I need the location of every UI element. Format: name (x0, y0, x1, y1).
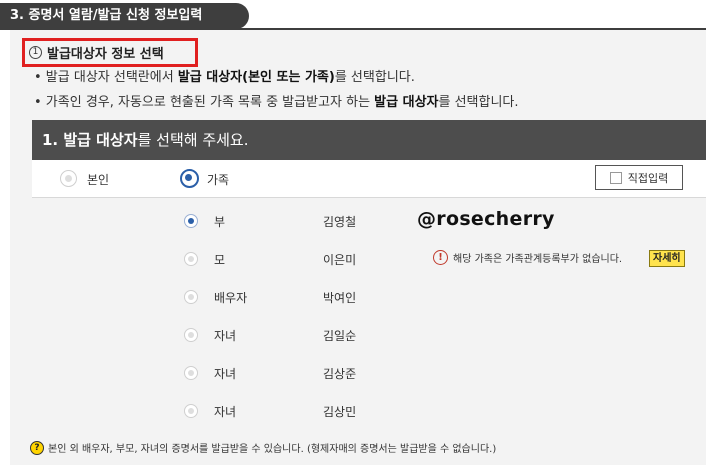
member-name: 김일순 (323, 329, 357, 343)
family-row[interactable]: 자녀 김상준 (32, 353, 706, 391)
member-name: 박여인 (323, 291, 357, 305)
family-radio[interactable] (180, 169, 199, 188)
relation-label: 부 (214, 215, 226, 229)
relation-label: 자녀 (214, 329, 237, 343)
warning-icon: ! (433, 250, 448, 265)
family-row[interactable]: 부 김영철 (32, 201, 706, 239)
family-member-radio[interactable] (184, 404, 198, 418)
family-member-radio[interactable] (184, 366, 198, 380)
family-list: 부 김영철 모 이은미 ! 해당 가족은 가족관계등록부가 없습니다. 자세히 … (32, 198, 706, 430)
panel-header: 1. 발급 대상자를 선택해 주세요. (32, 120, 706, 160)
subsection-header: 1 발급대상자 정보 선택 (22, 38, 198, 67)
direct-input-button[interactable]: 직접입력 (595, 165, 683, 190)
member-name: 김영철 (323, 215, 357, 229)
member-name: 김상준 (323, 367, 357, 381)
family-member-radio[interactable] (184, 214, 198, 228)
relation-label: 자녀 (214, 367, 237, 381)
question-icon: ? (30, 440, 44, 455)
subsection-title: 발급대상자 정보 선택 (47, 47, 164, 62)
instruction-list: • 발급 대상자 선택란에서 발급 대상자(본인 또는 가족)를 선택합니다. … (34, 68, 519, 118)
family-row[interactable]: 자녀 김상민 (32, 391, 706, 429)
footer-note: ? 본인 외 배우자, 부모, 자녀의 증명서를 발급받을 수 있습니다. (형… (30, 440, 496, 455)
no-registry-warning: ! 해당 가족은 가족관계등록부가 없습니다. (433, 250, 622, 265)
instruction-item: • 발급 대상자 선택란에서 발급 대상자(본인 또는 가족)를 선택합니다. (34, 70, 415, 85)
relation-label: 모 (214, 253, 226, 267)
relation-label: 배우자 (214, 291, 248, 305)
detail-button[interactable]: 자세히 (649, 250, 685, 267)
watermark: @rosecherry (417, 208, 555, 230)
target-choice-row: 본인 가족 직접입력 (32, 160, 706, 198)
family-radio-label: 가족 (207, 173, 230, 187)
relation-label: 자녀 (214, 405, 237, 419)
self-radio[interactable] (60, 170, 77, 187)
section-tab: 3. 증명서 열람/발급 신청 정보입력 (0, 3, 249, 29)
instruction-item: • 가족인 경우, 자동으로 현출된 가족 목록 중 발급받고자 하는 발급 대… (34, 95, 519, 110)
self-radio-label: 본인 (87, 173, 110, 187)
family-row[interactable]: 배우자 박여인 (32, 277, 706, 315)
family-row[interactable]: 모 이은미 ! 해당 가족은 가족관계등록부가 없습니다. 자세히 (32, 239, 706, 277)
member-name: 김상민 (323, 405, 357, 419)
direct-input-checkbox[interactable] (609, 171, 622, 184)
family-member-radio[interactable] (184, 328, 198, 342)
family-member-radio[interactable] (184, 290, 198, 304)
member-name: 이은미 (323, 253, 357, 267)
family-member-radio[interactable] (184, 252, 198, 266)
step-number-icon: 1 (29, 46, 42, 59)
family-row[interactable]: 자녀 김일순 (32, 315, 706, 353)
